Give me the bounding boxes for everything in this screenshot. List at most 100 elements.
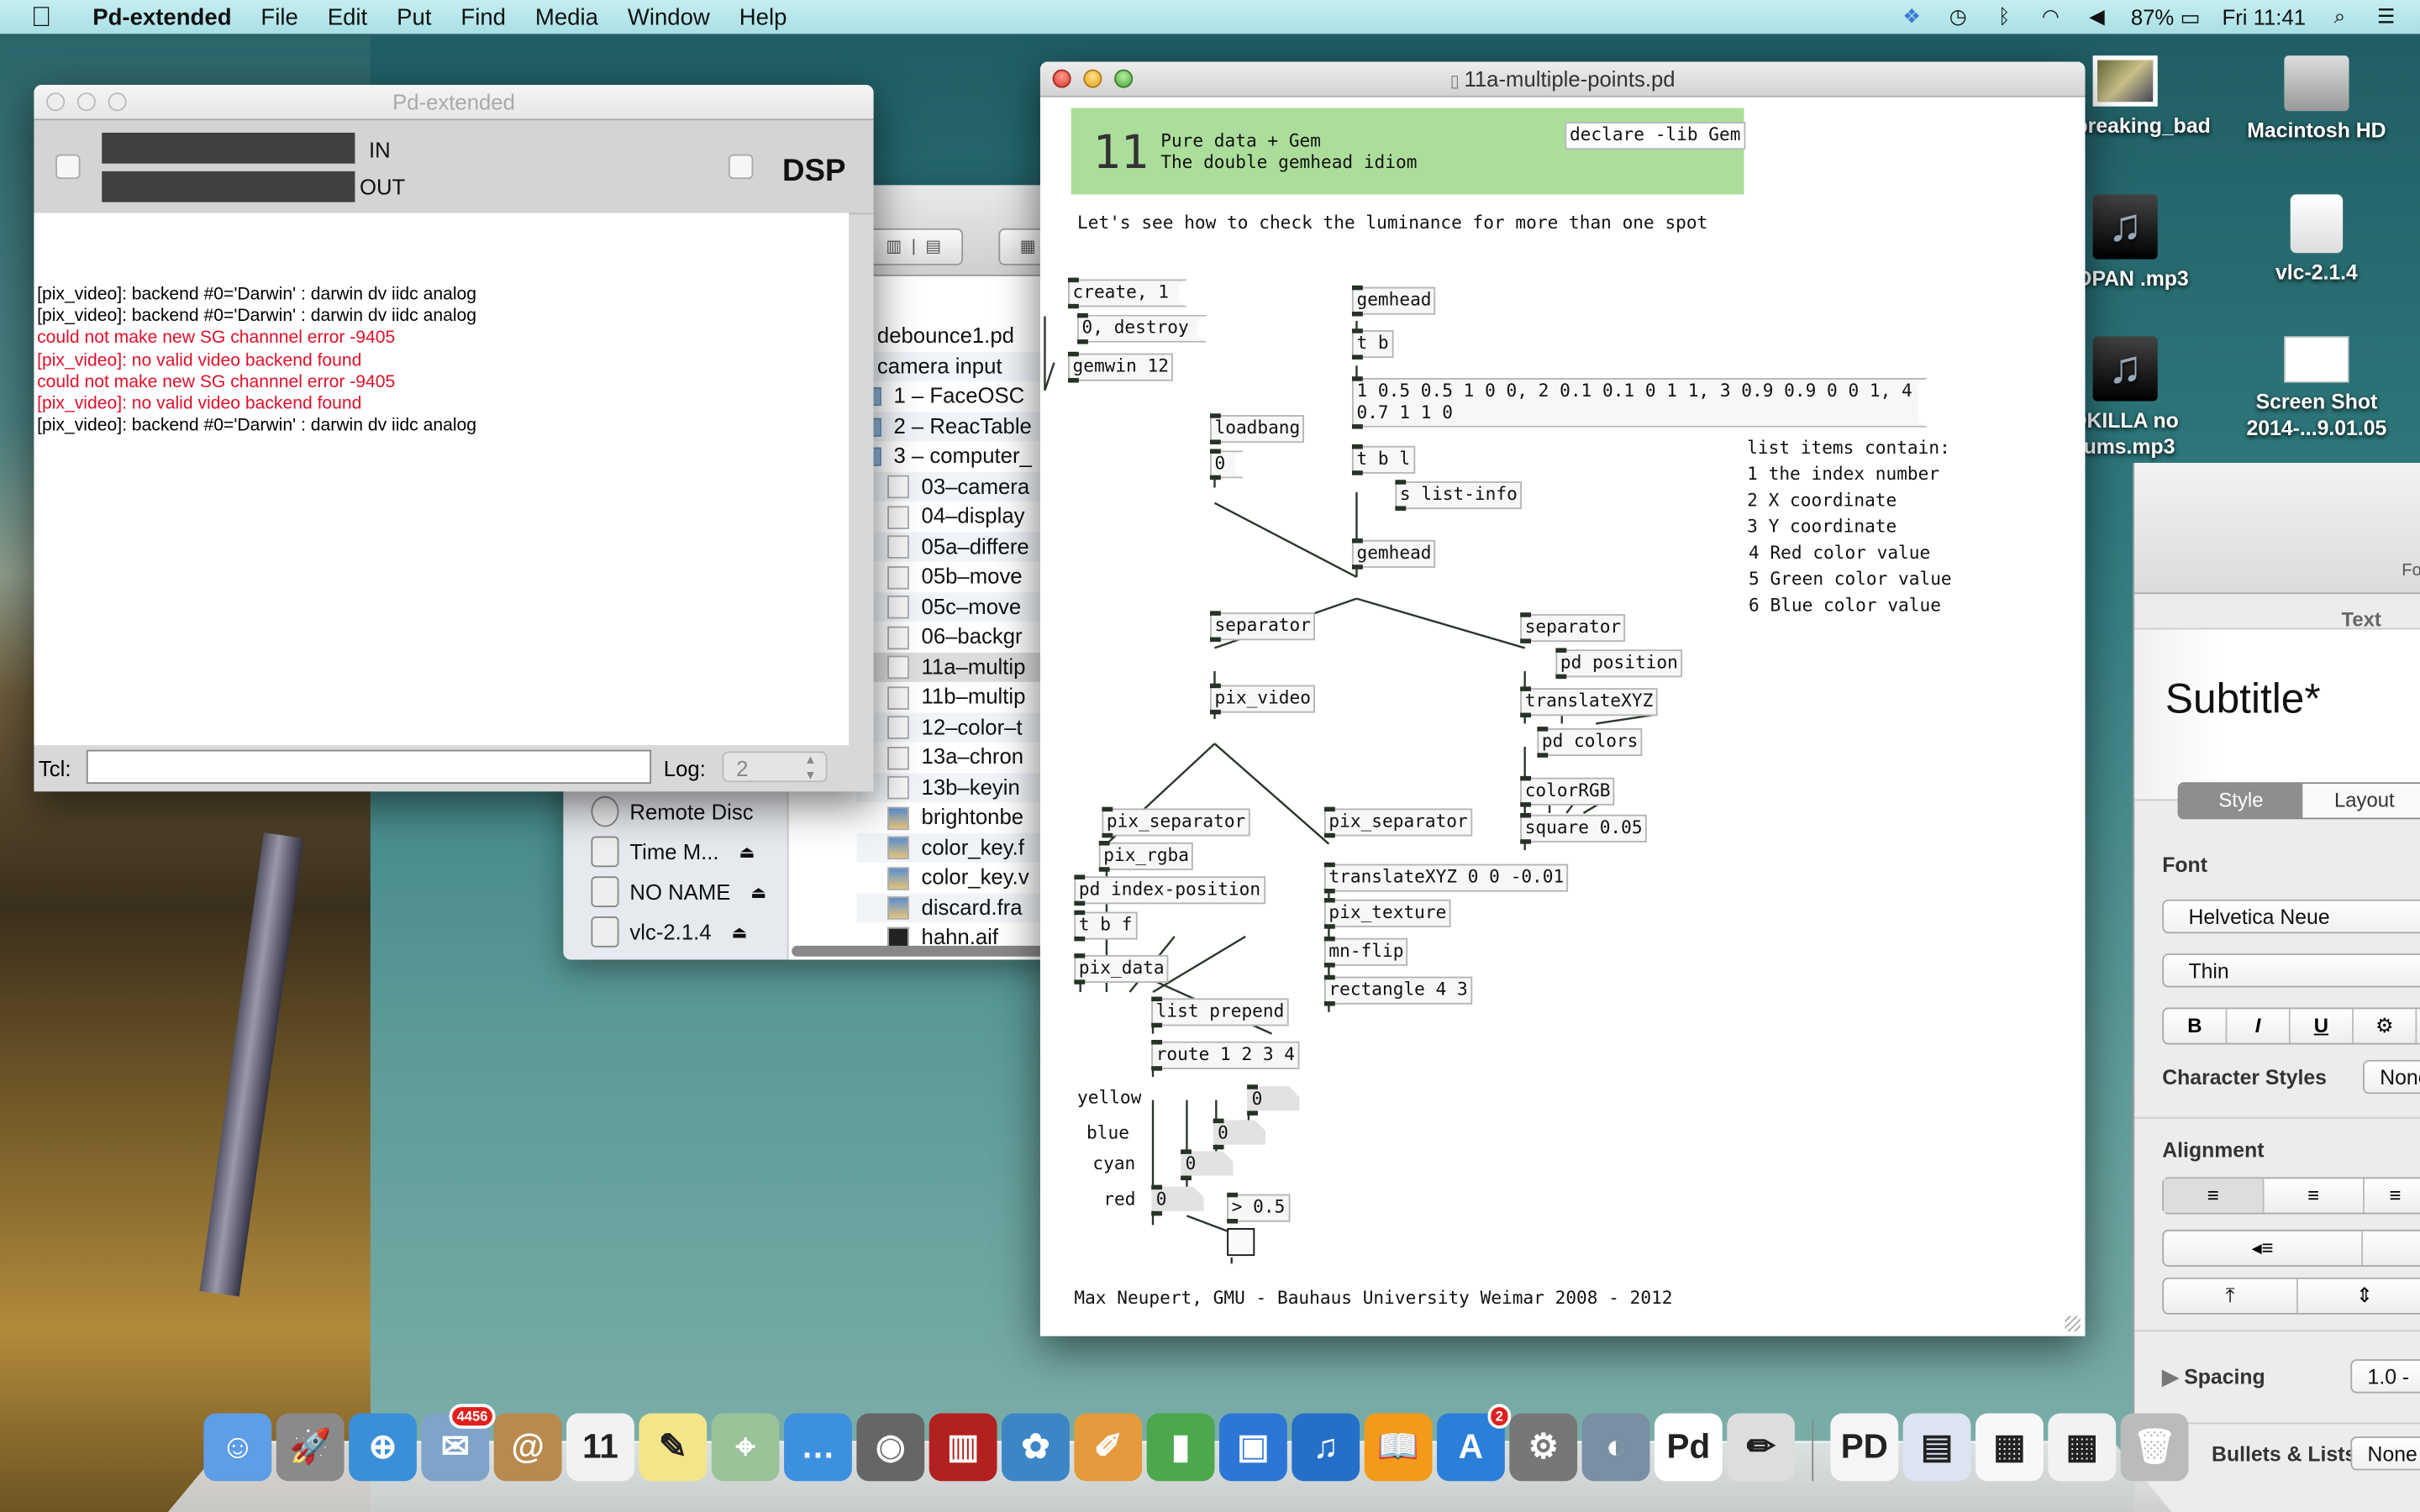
time-machine-icon[interactable]: ◷	[1945, 5, 1970, 28]
align-left-icon[interactable]: ≡	[2164, 1179, 2265, 1213]
inlet[interactable]	[1323, 897, 1335, 903]
desktop-icon[interactable]: Screen Shot 2014-...9.01.05	[2232, 336, 2402, 441]
declare-object[interactable]: declare -lib Gem	[1565, 122, 1745, 150]
inlet[interactable]	[1520, 612, 1532, 617]
apple-menu-icon[interactable]: 	[31, 1, 65, 34]
outlet[interactable]	[1555, 674, 1567, 680]
outlet[interactable]	[1520, 802, 1532, 807]
outlet[interactable]	[1077, 339, 1088, 344]
spacing-select[interactable]: 1.0 -	[2350, 1359, 2420, 1394]
outlet[interactable]	[1209, 709, 1221, 715]
dock-app-finder[interactable]: ☺	[203, 1413, 272, 1482]
file-row[interactable]: discard.fra	[856, 892, 1058, 923]
points-list-message[interactable]: 1 0.5 0.5 1 0 0, 2 0.1 0.1 0 1 1, 3 0.9 …	[1352, 378, 1928, 428]
inlet[interactable]	[1068, 277, 1079, 283]
number-box-cyan[interactable]: 0	[1181, 1151, 1233, 1175]
inlet[interactable]	[1351, 328, 1363, 333]
number-box-red[interactable]: 0	[1151, 1186, 1203, 1210]
file-row[interactable]: 04–display	[856, 501, 1057, 532]
spotlight-search-icon[interactable]: ⌕	[2328, 5, 2352, 28]
file-row[interactable]: color_key.v	[856, 863, 1057, 893]
dock-app-pages[interactable]: ✐	[1074, 1413, 1143, 1482]
dock-item-pd-document[interactable]: PD	[1830, 1413, 1899, 1482]
outlet[interactable]	[1074, 900, 1086, 906]
file-row[interactable]: 11a–multip	[856, 652, 1058, 682]
volume-icon[interactable]: ◀	[2085, 5, 2109, 28]
outlet[interactable]	[1074, 979, 1086, 984]
align-top-icon[interactable]: ⤒	[2164, 1278, 2298, 1314]
rectangle-object[interactable]: rectangle 4 3	[1323, 976, 1473, 1005]
loadbang-object[interactable]: loadbang	[1209, 415, 1305, 444]
outlet[interactable]	[1351, 312, 1363, 317]
inlet[interactable]	[1323, 936, 1335, 942]
file-row[interactable]: 2 – ReacTable	[856, 411, 1058, 442]
dock-app-app-store[interactable]: A2	[1436, 1404, 1512, 1482]
file-row[interactable]: brightonbe	[856, 802, 1057, 832]
file-row[interactable]: 13b–keyin	[856, 772, 1058, 803]
bullets-lists-select[interactable]: None	[2350, 1436, 2420, 1471]
outlet[interactable]	[1209, 439, 1221, 444]
resize-handle[interactable]	[2065, 1315, 2081, 1332]
gemhead-object-2[interactable]: gemhead	[1351, 539, 1437, 568]
outlet[interactable]	[1323, 832, 1335, 838]
result-toggle[interactable]	[1227, 1228, 1255, 1257]
pix-separator-object-2[interactable]: pix_separator	[1323, 808, 1473, 837]
colorrgb-object[interactable]: colorRGB	[1520, 777, 1615, 806]
file-row[interactable]: 11b–multip	[856, 682, 1057, 712]
inlet[interactable]	[1351, 444, 1363, 449]
zero-message[interactable]: 0	[1210, 450, 1244, 478]
dock-app-launchpad[interactable]: 🚀	[276, 1413, 345, 1482]
outlet[interactable]	[1213, 1144, 1224, 1150]
route-object[interactable]: route 1 2 3 4	[1151, 1041, 1300, 1069]
inlet[interactable]	[1520, 812, 1532, 818]
pix-separator-object-1[interactable]: pix_separator	[1102, 808, 1250, 837]
pd-console-window[interactable]: Pd-extended IN OUT DSP [pix_video]: back…	[34, 85, 874, 792]
dock-app-safari[interactable]: ⊕	[349, 1413, 417, 1482]
square-object[interactable]: square 0.05	[1520, 814, 1648, 843]
close-button[interactable]	[46, 92, 66, 112]
separator-object-1[interactable]: separator	[1209, 612, 1316, 641]
tcl-input[interactable]	[86, 749, 652, 785]
clock[interactable]: Fri 11:41	[2222, 5, 2306, 29]
spacing-label[interactable]: ▶ Spacing	[2162, 1366, 2265, 1390]
menu-edit[interactable]: Edit	[328, 4, 367, 30]
inlet[interactable]	[1351, 376, 1363, 381]
separator-object-2[interactable]: separator	[1520, 614, 1626, 643]
log-level-select[interactable]: 2 ▲ ▼	[722, 751, 828, 783]
text-options-gear-icon[interactable]: ⚙	[2354, 1009, 2417, 1043]
inlet[interactable]	[1074, 910, 1086, 916]
outlet[interactable]	[1323, 924, 1335, 929]
outlet[interactable]	[1520, 712, 1532, 718]
pix-video-object[interactable]: pix_video	[1209, 685, 1316, 713]
dock-app-mail[interactable]: ✉ 4456	[421, 1404, 496, 1482]
sidebar-device[interactable]: Remote Disc	[591, 795, 754, 827]
console-log[interactable]: [pix_video]: backend #0='Darwin' : darwi…	[34, 213, 850, 746]
inlet[interactable]	[1077, 312, 1088, 318]
bold-button[interactable]: B	[2164, 1009, 2228, 1043]
inlet[interactable]	[1520, 775, 1532, 781]
dropbox-icon[interactable]: ❖	[1899, 5, 1923, 28]
pix-rgba-object[interactable]: pix_rgba	[1098, 842, 1194, 870]
outlet[interactable]	[1537, 753, 1549, 758]
inlet[interactable]	[1247, 1084, 1258, 1089]
outlet[interactable]	[1323, 1001, 1335, 1006]
number-box-blue[interactable]: 0	[1213, 1120, 1265, 1144]
send-list-info-object[interactable]: s list-info	[1395, 481, 1523, 510]
outlet[interactable]	[1098, 867, 1110, 872]
dock-app-notes[interactable]: ✎	[639, 1413, 708, 1482]
character-styles-select[interactable]: None	[2363, 1059, 2420, 1095]
sidebar-device[interactable]: Time M... ⏏	[591, 836, 755, 868]
desktop-icon[interactable]: vlc-2.1.4	[2232, 194, 2402, 285]
inlet[interactable]	[1395, 480, 1407, 485]
inlet[interactable]	[1209, 611, 1221, 616]
finder-file-list[interactable]: 0 – debounce1.pd 1 – camera input 1 – Face…	[841, 321, 1058, 953]
dock-app-contacts[interactable]: @	[493, 1413, 562, 1482]
inlet[interactable]	[1074, 874, 1086, 879]
dock-app-facetime[interactable]: ◉	[856, 1413, 925, 1482]
notification-center-icon[interactable]: ☰	[2374, 5, 2398, 28]
dock-item-safari-window[interactable]: ▤	[1902, 1413, 1971, 1482]
menu-media[interactable]: Media	[535, 4, 598, 30]
outlet[interactable]	[1520, 839, 1532, 844]
file-row[interactable]: 1 – FaceOSC	[856, 381, 1057, 412]
file-row[interactable]: 12–color–t	[856, 711, 1058, 743]
